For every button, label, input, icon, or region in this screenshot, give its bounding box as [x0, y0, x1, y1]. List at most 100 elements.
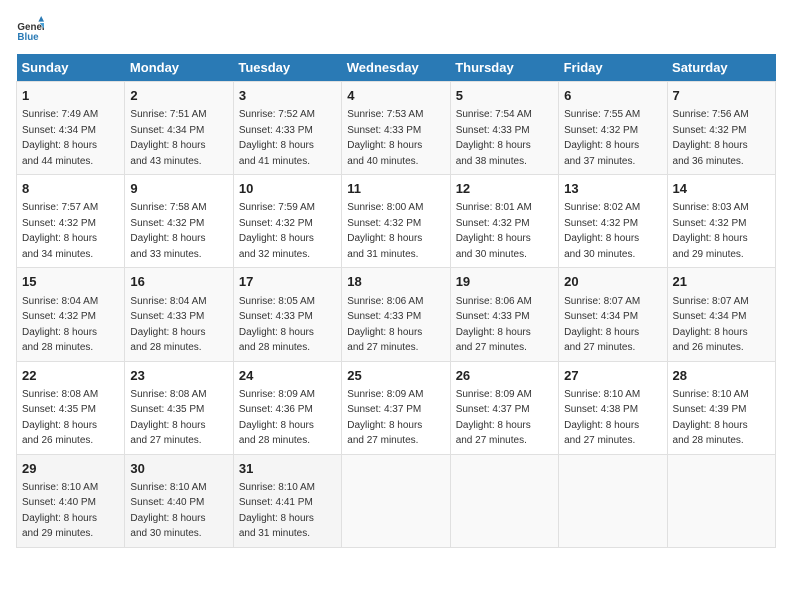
- day-number: 13: [564, 180, 661, 198]
- day-info: Sunrise: 7:49 AM Sunset: 4:34 PM Dayligh…: [22, 109, 98, 167]
- day-info: Sunrise: 8:04 AM Sunset: 4:32 PM Dayligh…: [22, 296, 98, 354]
- calendar-cell: 23 Sunrise: 8:08 AM Sunset: 4:35 PM Dayl…: [125, 361, 233, 454]
- calendar-cell: [450, 454, 558, 547]
- day-info: Sunrise: 8:10 AM Sunset: 4:38 PM Dayligh…: [564, 389, 640, 447]
- day-info: Sunrise: 7:58 AM Sunset: 4:32 PM Dayligh…: [130, 202, 206, 260]
- calendar-cell: 14 Sunrise: 8:03 AM Sunset: 4:32 PM Dayl…: [667, 175, 775, 268]
- calendar-cell: 13 Sunrise: 8:02 AM Sunset: 4:32 PM Dayl…: [559, 175, 667, 268]
- calendar-week-row: 1 Sunrise: 7:49 AM Sunset: 4:34 PM Dayli…: [17, 82, 776, 175]
- calendar-week-row: 22 Sunrise: 8:08 AM Sunset: 4:35 PM Dayl…: [17, 361, 776, 454]
- day-number: 24: [239, 367, 336, 385]
- day-number: 20: [564, 273, 661, 291]
- calendar-cell: 2 Sunrise: 7:51 AM Sunset: 4:34 PM Dayli…: [125, 82, 233, 175]
- day-info: Sunrise: 7:59 AM Sunset: 4:32 PM Dayligh…: [239, 202, 315, 260]
- day-info: Sunrise: 8:03 AM Sunset: 4:32 PM Dayligh…: [673, 202, 749, 260]
- day-info: Sunrise: 7:53 AM Sunset: 4:33 PM Dayligh…: [347, 109, 423, 167]
- day-info: Sunrise: 7:57 AM Sunset: 4:32 PM Dayligh…: [22, 202, 98, 260]
- day-info: Sunrise: 8:06 AM Sunset: 4:33 PM Dayligh…: [347, 296, 423, 354]
- day-info: Sunrise: 8:10 AM Sunset: 4:40 PM Dayligh…: [130, 482, 206, 540]
- day-info: Sunrise: 8:09 AM Sunset: 4:36 PM Dayligh…: [239, 389, 315, 447]
- calendar-cell: 18 Sunrise: 8:06 AM Sunset: 4:33 PM Dayl…: [342, 268, 450, 361]
- day-info: Sunrise: 8:08 AM Sunset: 4:35 PM Dayligh…: [130, 389, 206, 447]
- day-number: 6: [564, 87, 661, 105]
- day-number: 19: [456, 273, 553, 291]
- calendar-week-row: 8 Sunrise: 7:57 AM Sunset: 4:32 PM Dayli…: [17, 175, 776, 268]
- day-number: 16: [130, 273, 227, 291]
- day-number: 3: [239, 87, 336, 105]
- day-number: 27: [564, 367, 661, 385]
- day-info: Sunrise: 8:02 AM Sunset: 4:32 PM Dayligh…: [564, 202, 640, 260]
- day-info: Sunrise: 7:55 AM Sunset: 4:32 PM Dayligh…: [564, 109, 640, 167]
- calendar-cell: [559, 454, 667, 547]
- calendar-cell: 24 Sunrise: 8:09 AM Sunset: 4:36 PM Dayl…: [233, 361, 341, 454]
- calendar-week-row: 29 Sunrise: 8:10 AM Sunset: 4:40 PM Dayl…: [17, 454, 776, 547]
- calendar-cell: 26 Sunrise: 8:09 AM Sunset: 4:37 PM Dayl…: [450, 361, 558, 454]
- day-number: 22: [22, 367, 119, 385]
- col-header-friday: Friday: [559, 54, 667, 82]
- day-number: 30: [130, 460, 227, 478]
- day-info: Sunrise: 8:09 AM Sunset: 4:37 PM Dayligh…: [456, 389, 532, 447]
- col-header-thursday: Thursday: [450, 54, 558, 82]
- day-number: 2: [130, 87, 227, 105]
- calendar-cell: 27 Sunrise: 8:10 AM Sunset: 4:38 PM Dayl…: [559, 361, 667, 454]
- calendar-cell: 12 Sunrise: 8:01 AM Sunset: 4:32 PM Dayl…: [450, 175, 558, 268]
- col-header-monday: Monday: [125, 54, 233, 82]
- calendar-cell: 17 Sunrise: 8:05 AM Sunset: 4:33 PM Dayl…: [233, 268, 341, 361]
- day-info: Sunrise: 8:08 AM Sunset: 4:35 PM Dayligh…: [22, 389, 98, 447]
- day-info: Sunrise: 8:10 AM Sunset: 4:40 PM Dayligh…: [22, 482, 98, 540]
- day-number: 17: [239, 273, 336, 291]
- day-info: Sunrise: 7:54 AM Sunset: 4:33 PM Dayligh…: [456, 109, 532, 167]
- calendar-cell: 10 Sunrise: 7:59 AM Sunset: 4:32 PM Dayl…: [233, 175, 341, 268]
- logo-icon: General Blue: [16, 16, 44, 44]
- col-header-wednesday: Wednesday: [342, 54, 450, 82]
- day-number: 1: [22, 87, 119, 105]
- page-header: General Blue: [16, 16, 776, 44]
- svg-text:Blue: Blue: [17, 32, 39, 43]
- day-number: 26: [456, 367, 553, 385]
- calendar-cell: 29 Sunrise: 8:10 AM Sunset: 4:40 PM Dayl…: [17, 454, 125, 547]
- calendar-cell: 15 Sunrise: 8:04 AM Sunset: 4:32 PM Dayl…: [17, 268, 125, 361]
- day-number: 8: [22, 180, 119, 198]
- day-info: Sunrise: 8:07 AM Sunset: 4:34 PM Dayligh…: [673, 296, 749, 354]
- day-number: 5: [456, 87, 553, 105]
- calendar-cell: 20 Sunrise: 8:07 AM Sunset: 4:34 PM Dayl…: [559, 268, 667, 361]
- day-number: 4: [347, 87, 444, 105]
- day-number: 25: [347, 367, 444, 385]
- calendar-cell: 22 Sunrise: 8:08 AM Sunset: 4:35 PM Dayl…: [17, 361, 125, 454]
- calendar-cell: 30 Sunrise: 8:10 AM Sunset: 4:40 PM Dayl…: [125, 454, 233, 547]
- calendar-header-row: SundayMondayTuesdayWednesdayThursdayFrid…: [17, 54, 776, 82]
- day-info: Sunrise: 8:10 AM Sunset: 4:39 PM Dayligh…: [673, 389, 749, 447]
- day-info: Sunrise: 8:01 AM Sunset: 4:32 PM Dayligh…: [456, 202, 532, 260]
- day-info: Sunrise: 7:51 AM Sunset: 4:34 PM Dayligh…: [130, 109, 206, 167]
- logo: General Blue: [16, 16, 48, 44]
- calendar-cell: [342, 454, 450, 547]
- calendar-cell: 16 Sunrise: 8:04 AM Sunset: 4:33 PM Dayl…: [125, 268, 233, 361]
- calendar-cell: 8 Sunrise: 7:57 AM Sunset: 4:32 PM Dayli…: [17, 175, 125, 268]
- day-info: Sunrise: 8:07 AM Sunset: 4:34 PM Dayligh…: [564, 296, 640, 354]
- day-number: 18: [347, 273, 444, 291]
- calendar-cell: 6 Sunrise: 7:55 AM Sunset: 4:32 PM Dayli…: [559, 82, 667, 175]
- day-info: Sunrise: 8:05 AM Sunset: 4:33 PM Dayligh…: [239, 296, 315, 354]
- day-info: Sunrise: 8:09 AM Sunset: 4:37 PM Dayligh…: [347, 389, 423, 447]
- day-number: 7: [673, 87, 770, 105]
- day-info: Sunrise: 8:06 AM Sunset: 4:33 PM Dayligh…: [456, 296, 532, 354]
- day-number: 23: [130, 367, 227, 385]
- day-info: Sunrise: 7:56 AM Sunset: 4:32 PM Dayligh…: [673, 109, 749, 167]
- calendar-cell: 4 Sunrise: 7:53 AM Sunset: 4:33 PM Dayli…: [342, 82, 450, 175]
- day-number: 14: [673, 180, 770, 198]
- calendar-cell: 11 Sunrise: 8:00 AM Sunset: 4:32 PM Dayl…: [342, 175, 450, 268]
- calendar-table: SundayMondayTuesdayWednesdayThursdayFrid…: [16, 54, 776, 548]
- day-info: Sunrise: 7:52 AM Sunset: 4:33 PM Dayligh…: [239, 109, 315, 167]
- calendar-cell: 25 Sunrise: 8:09 AM Sunset: 4:37 PM Dayl…: [342, 361, 450, 454]
- calendar-cell: 1 Sunrise: 7:49 AM Sunset: 4:34 PM Dayli…: [17, 82, 125, 175]
- calendar-cell: 19 Sunrise: 8:06 AM Sunset: 4:33 PM Dayl…: [450, 268, 558, 361]
- day-info: Sunrise: 8:10 AM Sunset: 4:41 PM Dayligh…: [239, 482, 315, 540]
- day-info: Sunrise: 8:00 AM Sunset: 4:32 PM Dayligh…: [347, 202, 423, 260]
- calendar-cell: 21 Sunrise: 8:07 AM Sunset: 4:34 PM Dayl…: [667, 268, 775, 361]
- calendar-cell: 5 Sunrise: 7:54 AM Sunset: 4:33 PM Dayli…: [450, 82, 558, 175]
- calendar-cell: 3 Sunrise: 7:52 AM Sunset: 4:33 PM Dayli…: [233, 82, 341, 175]
- col-header-saturday: Saturday: [667, 54, 775, 82]
- day-number: 31: [239, 460, 336, 478]
- day-number: 12: [456, 180, 553, 198]
- day-number: 29: [22, 460, 119, 478]
